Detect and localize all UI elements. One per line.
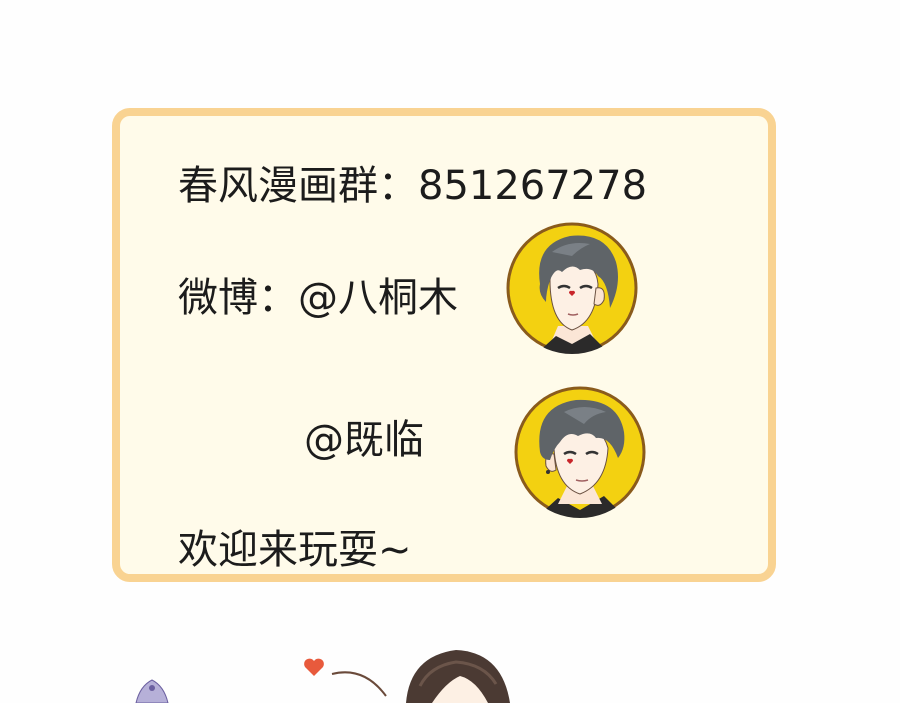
info-card: 春风漫画群：851267278 微博：@八桐木 @既临 欢迎来玩耍~ — [112, 108, 776, 582]
weibo-text: 微博：@八桐木 — [178, 275, 458, 321]
welcome-text: 欢迎来玩耍~ — [178, 527, 412, 573]
second-weibo-handle: @既临 — [304, 417, 424, 463]
page: { "card": { "qq_group": "春风漫画群：851267278… — [0, 0, 900, 703]
qq-group-text: 春风漫画群：851267278 — [178, 163, 648, 209]
character-hat-illustration — [135, 679, 169, 703]
character-head-illustration — [406, 650, 510, 703]
heart-icon — [304, 658, 387, 697]
anime-boy-avatar-icon — [514, 386, 646, 518]
anime-boy-avatar-icon — [506, 222, 638, 354]
